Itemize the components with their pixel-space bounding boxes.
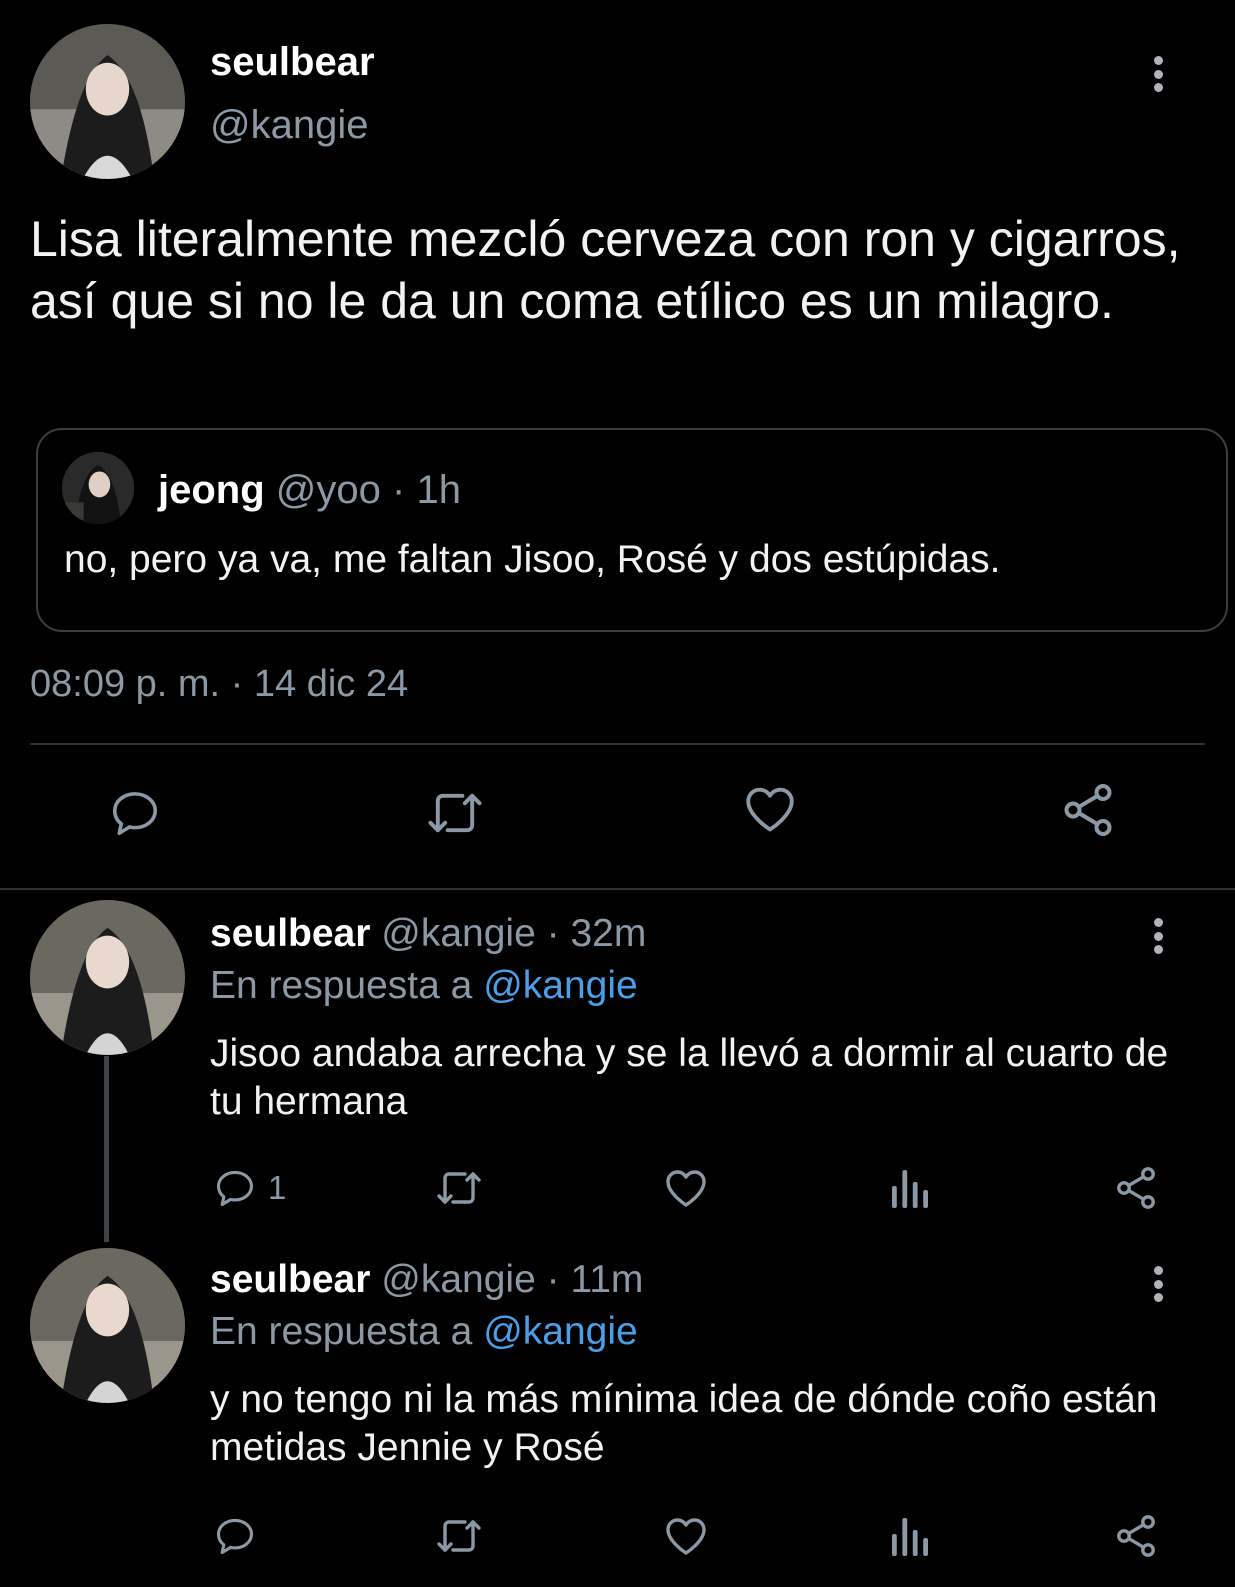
reply-text: Jisoo andaba arrecha y se la llevó a dor… <box>210 1032 1169 1123</box>
like-icon <box>666 1518 706 1555</box>
avatar-photo <box>62 452 134 524</box>
retweet-button[interactable] <box>432 1166 486 1210</box>
like-button[interactable] <box>740 780 800 838</box>
more-options-icon[interactable] <box>1148 914 1168 958</box>
reply-avatar[interactable] <box>30 900 185 1055</box>
more-options-icon[interactable] <box>1148 1262 1168 1306</box>
author-handle[interactable]: @kangie <box>210 103 368 148</box>
share-icon <box>1117 1515 1155 1557</box>
reply-context: En respuesta a @kangie <box>210 964 638 1008</box>
retweet-icon <box>428 793 482 833</box>
like-icon <box>666 1170 706 1207</box>
retweet-icon <box>437 1520 481 1552</box>
reply-button[interactable]: 1 <box>212 1166 286 1210</box>
reply-count: 1 <box>268 1169 287 1206</box>
share-icon <box>1117 1167 1155 1209</box>
quoted-author-avatar[interactable] <box>62 452 134 524</box>
retweet-button[interactable] <box>432 1514 486 1558</box>
share-button[interactable] <box>1112 1512 1160 1560</box>
share-button[interactable] <box>1112 1164 1160 1212</box>
share-button[interactable] <box>1058 780 1118 840</box>
reply-button[interactable] <box>212 1514 268 1558</box>
quoted-author-meta: @yoo · 1h <box>275 468 461 512</box>
share-icon <box>1064 784 1112 836</box>
like-button[interactable] <box>662 1512 710 1560</box>
reply-icon <box>112 792 158 836</box>
tweet-timestamp[interactable]: 08:09 p. m. · 14 dic 24 <box>30 663 408 706</box>
reply-context-handle[interactable]: @kangie <box>483 964 638 1007</box>
reply-avatar[interactable] <box>30 1248 185 1403</box>
retweet-icon <box>437 1172 481 1204</box>
reply-author-name[interactable]: seulbear <box>210 912 370 955</box>
avatar-photo <box>30 24 185 179</box>
author-avatar[interactable] <box>30 24 185 179</box>
reply-header: seulbear @kangie · 11m <box>210 1258 643 1302</box>
reply-context-prefix: En respuesta a <box>210 964 473 1007</box>
reply-context-prefix: En respuesta a <box>210 1310 473 1353</box>
reply-author-name[interactable]: seulbear <box>210 1258 370 1301</box>
divider <box>30 743 1205 745</box>
like-button[interactable] <box>662 1164 710 1212</box>
reply-icon <box>216 1170 254 1207</box>
quoted-tweet-header: jeong @yoo · 1h <box>158 468 461 513</box>
like-icon <box>746 787 794 832</box>
reply-context-handle[interactable]: @kangie <box>483 1310 638 1353</box>
reply-meta: @kangie · 32m <box>381 912 647 955</box>
quoted-tweet-card[interactable]: jeong @yoo · 1h no, pero ya va, me falta… <box>36 428 1228 632</box>
tweet-text: Lisa literalmente mezcló cerveza con ron… <box>30 211 1181 329</box>
divider <box>0 888 1235 890</box>
retweet-button[interactable] <box>422 786 488 840</box>
views-button[interactable] <box>890 1514 930 1558</box>
reply-icon <box>216 1518 254 1555</box>
quoted-author-name[interactable]: jeong <box>158 468 265 512</box>
thread-connector <box>104 1056 109 1242</box>
reply-context: En respuesta a @kangie <box>210 1310 638 1354</box>
avatar-photo <box>30 900 185 1055</box>
views-button[interactable] <box>890 1166 930 1210</box>
reply-button[interactable] <box>106 786 164 840</box>
views-icon <box>892 1518 928 1556</box>
quoted-tweet-text: no, pero ya va, me faltan Jisoo, Rosé y … <box>64 538 1001 581</box>
author-name[interactable]: seulbear <box>210 40 375 85</box>
reply-meta: @kangie · 11m <box>381 1258 644 1301</box>
views-icon <box>892 1170 928 1208</box>
reply-header: seulbear @kangie · 32m <box>210 912 646 956</box>
reply-text: y no tengo ni la más mínima idea de dónd… <box>210 1378 1158 1469</box>
more-options-icon[interactable] <box>1148 52 1168 96</box>
avatar-photo <box>30 1248 185 1403</box>
